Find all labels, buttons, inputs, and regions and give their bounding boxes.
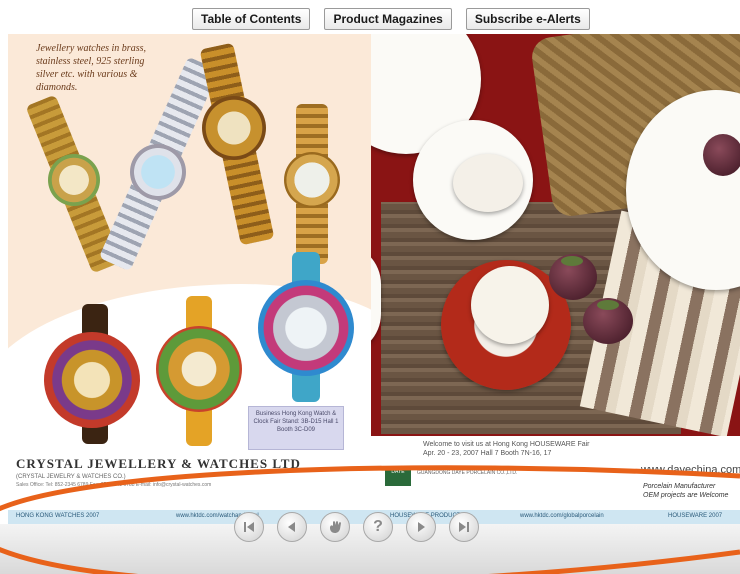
company-tagline: Porcelain Manufacturer OEM projects are … <box>643 482 728 500</box>
watch-image <box>98 54 220 274</box>
help-icon: ? <box>373 518 383 535</box>
flipbook-viewer: Table of Contents Product Magazines Subs… <box>0 0 740 574</box>
right-page-footer: Welcome to visit us at Hong Kong HOUSEWA… <box>371 436 740 510</box>
info-box: Business Hong Kong Watch & Clock Fair St… <box>248 406 344 450</box>
tagline-line1: Porcelain Manufacturer <box>643 483 716 490</box>
last-page-icon <box>459 522 469 532</box>
tab-product-magazines[interactable]: Product Magazines <box>324 8 452 30</box>
watch-image <box>252 252 362 402</box>
left-page[interactable]: Jewellery watches in brass, stainless st… <box>8 34 371 524</box>
page-navigation-controls: ? <box>234 512 479 542</box>
company-name: GUANGDONG DAYE PORCELAIN CO.,LTD. <box>417 470 518 476</box>
next-page-button[interactable] <box>406 512 436 542</box>
watch-image <box>38 304 148 444</box>
next-page-icon <box>418 522 425 532</box>
right-page[interactable]: Welcome to visit us at Hong Kong HOUSEWA… <box>371 34 740 524</box>
top-tab-bar: Table of Contents Product Magazines Subs… <box>192 8 590 30</box>
fair-invitation-line1: Welcome to visit us at Hong Kong HOUSEWA… <box>423 441 590 448</box>
watch-image <box>25 94 123 274</box>
pan-button[interactable] <box>320 512 350 542</box>
mangosteen-top <box>597 300 619 310</box>
previous-page-button[interactable] <box>277 512 307 542</box>
tab-table-of-contents[interactable]: Table of Contents <box>192 8 311 30</box>
last-page-button[interactable] <box>449 512 479 542</box>
footer-left-label: HONG KONG WATCHES 2007 <box>16 513 100 519</box>
fair-invitation: Welcome to visit us at Hong Kong HOUSEWA… <box>423 440 590 458</box>
watch-image <box>196 42 276 246</box>
mangosteen-top <box>561 256 583 266</box>
tagline-line2: OEM projects are Welcome <box>643 492 729 499</box>
footer-right-issue: HOUSEWARE 2007 <box>668 513 723 519</box>
mangosteen <box>703 134 740 176</box>
help-button[interactable]: ? <box>363 512 393 542</box>
watch-image <box>152 296 246 446</box>
brand-block: CRYSTAL JEWELLERY & WATCHES LTD (CRYSTAL… <box>8 450 371 510</box>
company-url: www.dayechina.com <box>641 464 740 476</box>
watch-image <box>276 104 348 264</box>
cup <box>471 266 549 344</box>
brand-subtitle: (CRYSTAL JEWELRY & WATCHES CO.) <box>16 474 126 480</box>
tab-subscribe-e-alerts[interactable]: Subscribe e-Alerts <box>465 8 590 30</box>
previous-page-icon <box>288 522 295 532</box>
daye-logo: DAYE <box>385 468 411 486</box>
bowl <box>453 154 523 212</box>
first-page-button[interactable] <box>234 512 264 542</box>
magazine-spread[interactable]: Jewellery watches in brass, stainless st… <box>8 34 740 524</box>
brand-name: CRYSTAL JEWELLERY & WATCHES LTD <box>16 456 301 471</box>
fair-invitation-line2: Apr. 20 - 23, 2007 Hall 7 Booth 7N-16, 1… <box>423 450 552 457</box>
brand-contact: Sales Office: Tel: 852-2345 6789 Fax: 85… <box>16 482 212 488</box>
hand-icon <box>330 521 341 533</box>
footer-right-url: www.hktdc.com/globalporcelain <box>520 513 604 519</box>
first-page-icon <box>244 522 254 532</box>
